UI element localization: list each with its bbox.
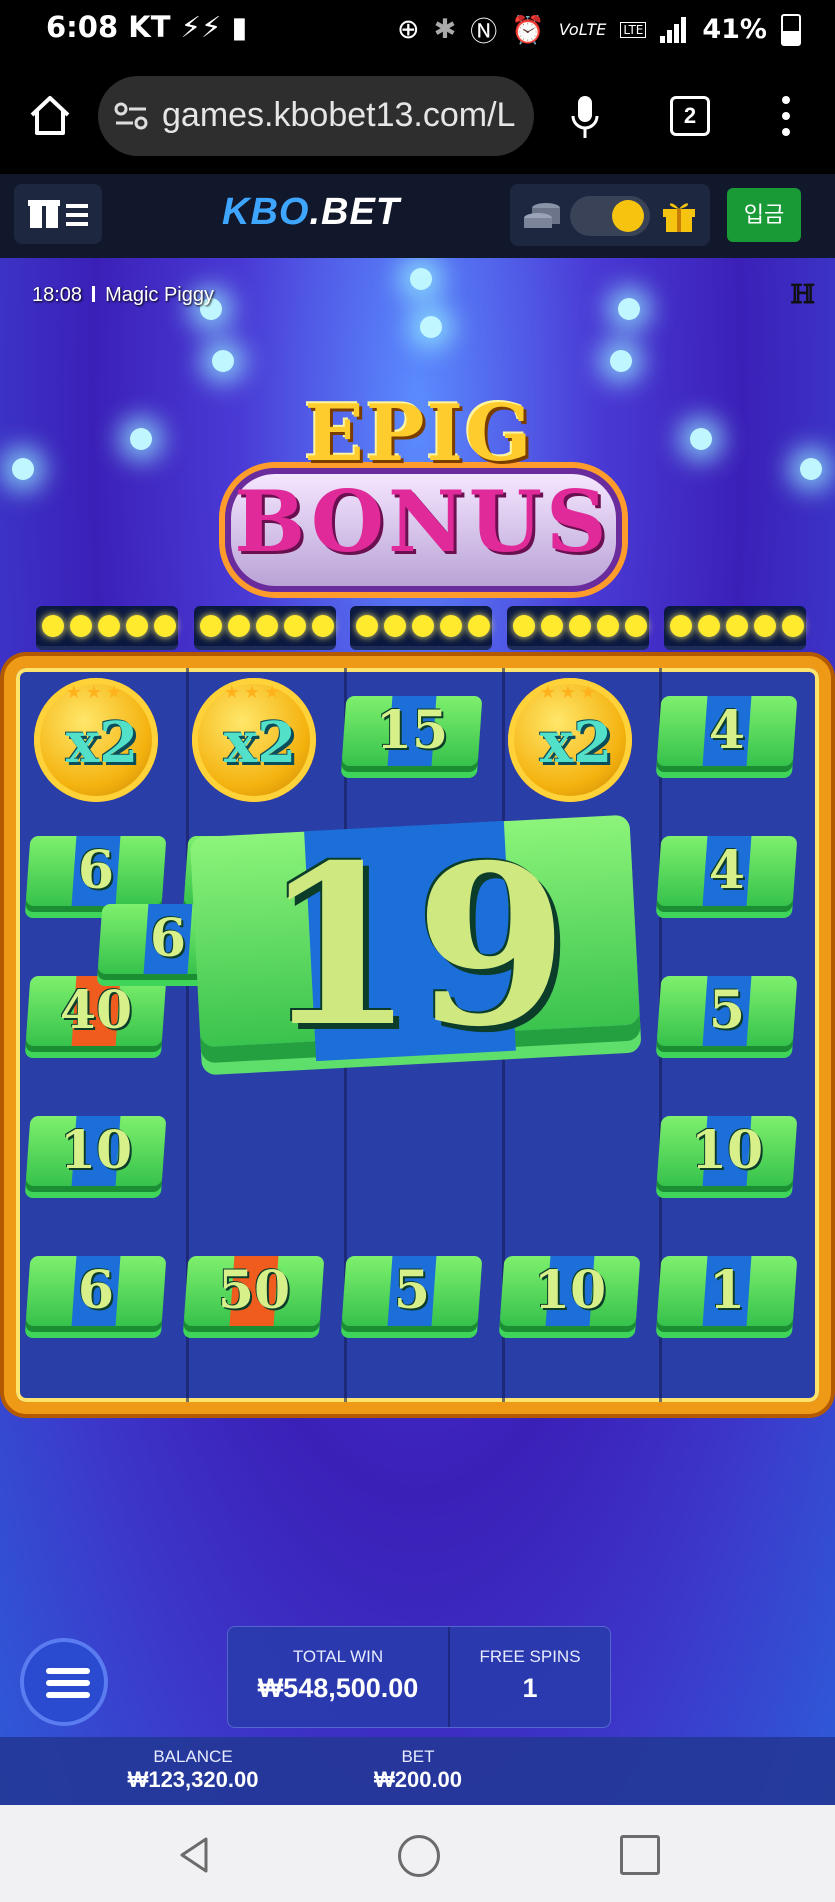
battery-percent: 41% xyxy=(702,14,767,45)
header-tools xyxy=(510,184,710,246)
microphone-icon[interactable] xyxy=(570,94,600,140)
cash-symbol: 10 xyxy=(499,1238,641,1338)
balance-label: BALANCE xyxy=(153,1747,233,1766)
cash-symbol: 4 xyxy=(656,678,798,778)
multiplier-value: x2 xyxy=(65,710,139,776)
game-clock: 18:08 xyxy=(32,284,83,306)
url-text[interactable]: games.kbobet13.com/L xyxy=(162,96,515,135)
cash-value: 10 xyxy=(59,1120,133,1181)
alarm-icon: ⏰ xyxy=(511,14,545,46)
logo-suffix: .BET xyxy=(309,191,401,233)
signal-icon xyxy=(660,16,688,43)
back-icon[interactable] xyxy=(176,1835,216,1875)
logo-bonus-text: BONUS xyxy=(234,472,611,571)
nfc-icon: Ⓝ xyxy=(470,17,498,48)
multiplier-value: x2 xyxy=(539,710,613,776)
cash-value: 40 xyxy=(59,980,133,1041)
bet-value: ₩200.00 xyxy=(373,1767,463,1792)
recents-icon[interactable] xyxy=(620,1835,660,1875)
game-info: 18:08 Magic Piggy xyxy=(32,284,214,307)
logo-prefix: KBO xyxy=(222,191,310,233)
status-icons: ⊕ ✱ Ⓝ ⏰ VoLTE LTE 41% xyxy=(397,10,801,49)
cash-value: 15 xyxy=(375,700,449,761)
cash-value: 4 xyxy=(708,840,746,901)
toggle-knob xyxy=(612,200,644,232)
bet-label: BET xyxy=(401,1747,435,1766)
android-nav-bar xyxy=(0,1805,835,1902)
cash-symbol: 10 xyxy=(25,1098,167,1198)
coins-icon[interactable] xyxy=(522,200,562,232)
carrier-text: KT xyxy=(128,10,171,44)
cash-symbol: 4 xyxy=(656,818,798,918)
cash-value: 10 xyxy=(533,1260,607,1321)
cash-value: 6 xyxy=(77,1260,115,1321)
cash-symbol: 50 xyxy=(183,1238,325,1338)
gift-menu-icon xyxy=(28,200,88,228)
big-cash-value: 19 xyxy=(261,816,569,1075)
cash-value: 5 xyxy=(708,980,746,1041)
bonus-meter xyxy=(36,606,178,650)
game-menu-button[interactable] xyxy=(20,1638,108,1726)
browser-toolbar: games.kbobet13.com/L 2 xyxy=(0,58,835,174)
cash-symbol: 15 xyxy=(341,678,483,778)
multiplier-coin: ★★★x2 xyxy=(28,678,164,802)
bonus-meter xyxy=(664,606,806,650)
multiplier-coin: ★★★x2 xyxy=(186,678,322,802)
deposit-button[interactable]: 입금 xyxy=(727,188,801,242)
cash-value: 1 xyxy=(708,1260,746,1321)
cash-value: 5 xyxy=(393,1260,431,1321)
bonus-meter xyxy=(194,606,336,650)
free-spins-label: FREE SPINS xyxy=(479,1647,581,1666)
game-title: Magic Piggy xyxy=(105,284,214,306)
sync-icon: ⊕ xyxy=(397,14,420,45)
free-spins-value: 1 xyxy=(522,1673,538,1703)
cash-value: 4 xyxy=(708,700,746,761)
provider-logo-icon: ℍ xyxy=(790,280,815,310)
site-logo[interactable]: KBO.BET xyxy=(222,191,400,234)
cash-symbol: 10 xyxy=(656,1098,798,1198)
status-bar: 6:08 KT ⚡⚡ ▮ ⊕ ✱ Ⓝ ⏰ VoLTE LTE 41% xyxy=(0,0,835,58)
site-settings-icon[interactable] xyxy=(114,101,148,131)
cash-symbol: 1 xyxy=(656,1238,798,1338)
home-nav-icon[interactable] xyxy=(398,1835,440,1877)
address-bar[interactable]: games.kbobet13.com/L xyxy=(98,76,534,156)
home-icon[interactable] xyxy=(28,93,72,137)
bluetooth-icon: ✱ xyxy=(433,14,457,45)
total-win-label: TOTAL WIN xyxy=(292,1647,384,1666)
logo-epic-text: EPIG xyxy=(304,388,534,479)
game-canvas[interactable]: 18:08 Magic Piggy ℍ EPIG BONUS ★★★ x2 ★★★ x2… xyxy=(0,258,835,1805)
gift-menu-button[interactable] xyxy=(14,184,102,244)
balance-value: ₩123,320.00 xyxy=(127,1767,259,1792)
cash-symbol: 6 xyxy=(25,1238,167,1338)
bonus-meter xyxy=(350,606,492,650)
gift-icon[interactable] xyxy=(660,196,698,234)
win-panel: TOTAL WIN ₩548,500.00 FREE SPINS 1 xyxy=(227,1626,611,1728)
browser-menu-icon[interactable] xyxy=(782,96,790,136)
site-header: KBO.BET 입금 xyxy=(0,174,835,258)
cash-symbol: 5 xyxy=(656,958,798,1058)
theme-toggle[interactable] xyxy=(570,196,650,236)
total-win-value: ₩548,500.00 xyxy=(257,1673,419,1703)
lte-label: LTE xyxy=(620,21,647,38)
multiplier-coin: ★★★x2 xyxy=(502,678,638,802)
notification-icons: ⚡⚡ ▮ xyxy=(180,10,248,44)
multiplier-value: x2 xyxy=(223,710,297,776)
big-cash-symbol: 19 xyxy=(189,806,641,1076)
cash-symbol: 5 xyxy=(341,1238,483,1338)
clock-text: 6:08 xyxy=(46,10,119,44)
bonus-meter xyxy=(507,606,649,650)
volte-icon: VoLTE xyxy=(558,20,607,39)
cash-value: 50 xyxy=(217,1260,291,1321)
epic-bonus-logo: EPIG BONUS xyxy=(215,388,622,598)
status-time: 6:08 KT ⚡⚡ ▮ xyxy=(46,10,247,44)
balance-bar: BALANCE ₩123,320.00 BET ₩200.00 xyxy=(0,1737,835,1805)
cash-value: 10 xyxy=(690,1120,764,1181)
battery-icon xyxy=(781,13,801,46)
tab-switcher-button[interactable]: 2 xyxy=(670,96,710,136)
